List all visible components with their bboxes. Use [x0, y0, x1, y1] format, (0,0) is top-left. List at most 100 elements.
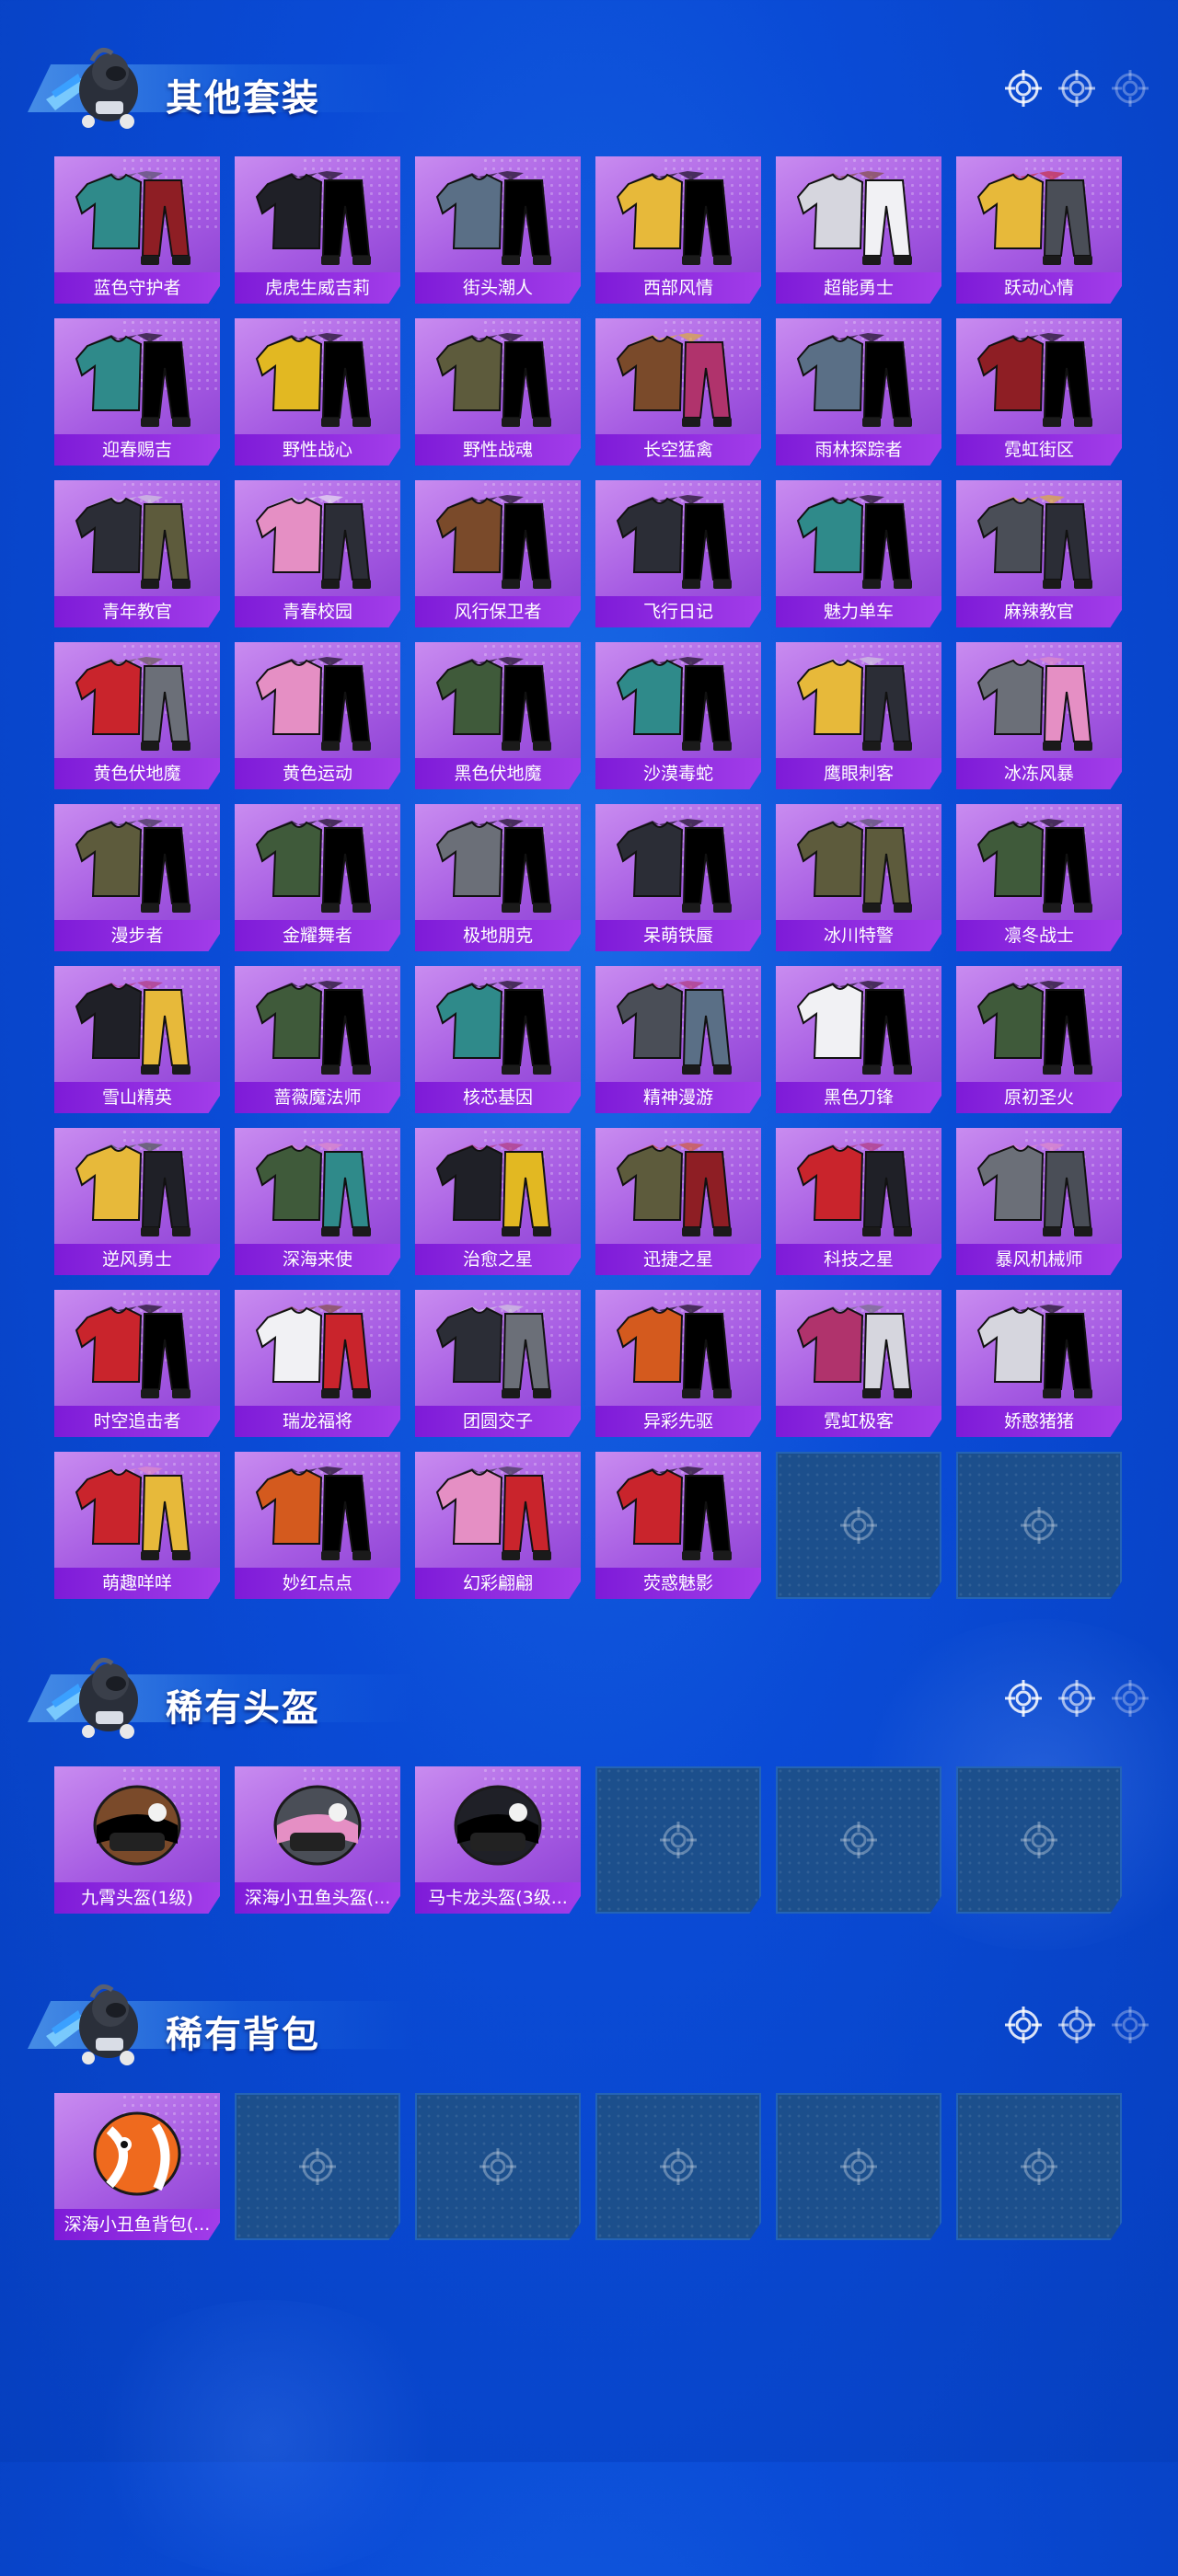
- item-tile[interactable]: 雪山精英: [54, 966, 220, 1113]
- item-tile[interactable]: 长空猛禽: [595, 318, 761, 466]
- item-tile[interactable]: 冰川特警: [776, 804, 941, 951]
- mascot-icon: [28, 1643, 156, 1744]
- mascot-icon: [28, 1970, 156, 2071]
- item-label: 冰川特警: [776, 920, 941, 951]
- phantom-icon: [595, 1452, 761, 1566]
- item-label: 黄色运动: [235, 758, 400, 789]
- green-parka-icon: [54, 966, 220, 1080]
- item-tile[interactable]: 核芯基因: [415, 966, 581, 1113]
- cute-costume-icon: [595, 804, 761, 918]
- item-tile[interactable]: 蓝色守护者: [54, 156, 220, 304]
- item-label: 瑞龙福将: [235, 1406, 400, 1437]
- desert-outfit-icon: [595, 642, 761, 756]
- item-label: 青春校园: [235, 596, 400, 627]
- item-tile[interactable]: 金耀舞者: [235, 804, 400, 951]
- item-tile[interactable]: 异彩先驱: [595, 1290, 761, 1437]
- item-tile[interactable]: 呆萌铁蜃: [595, 804, 761, 951]
- item-tile[interactable]: 暴风机械师: [956, 1128, 1122, 1275]
- colorful-icon: [595, 1290, 761, 1404]
- item-label: 西部风情: [595, 272, 761, 304]
- item-tile[interactable]: 霓虹街区: [956, 318, 1122, 466]
- item-label: 迎春赐吉: [54, 434, 220, 466]
- item-tile[interactable]: 沙漠毒蛇: [595, 642, 761, 789]
- item-tile[interactable]: 黄色伏地魔: [54, 642, 220, 789]
- item-label: 蔷薇魔法师: [235, 1082, 400, 1113]
- item-tile[interactable]: 霓虹极客: [776, 1290, 941, 1437]
- item-tile[interactable]: 跃动心情: [956, 156, 1122, 304]
- item-tile[interactable]: 麻辣教官: [956, 480, 1122, 627]
- crosshair-icon: [1003, 1678, 1044, 1719]
- item-tile[interactable]: 萌趣咩咩: [54, 1452, 220, 1599]
- item-tile[interactable]: 风行保卫者: [415, 480, 581, 627]
- empty-slot: [415, 2093, 581, 2240]
- item-label: 虎虎生威吉莉: [235, 272, 400, 304]
- item-label: 霓虹极客: [776, 1406, 941, 1437]
- helmet-1-icon: [54, 1766, 220, 1880]
- tank-top-grey-icon: [415, 318, 581, 432]
- item-tile[interactable]: 逆风勇士: [54, 1128, 220, 1275]
- item-tile[interactable]: 幻彩翩翩: [415, 1452, 581, 1599]
- red-dots-icon: [235, 1452, 400, 1566]
- item-tile[interactable]: 精神漫游: [595, 966, 761, 1113]
- item-tile[interactable]: 迅捷之星: [595, 1128, 761, 1275]
- item-grid: 九霄头盔(1级) 深海小丑鱼头盔(... 马卡龙头盔(3级...: [54, 1766, 1124, 1928]
- item-tile[interactable]: 深海来使: [235, 1128, 400, 1275]
- item-tile[interactable]: 冰冻风暴: [956, 642, 1122, 789]
- item-tile[interactable]: 马卡龙头盔(3级...: [415, 1766, 581, 1914]
- item-tile[interactable]: 妙红点点: [235, 1452, 400, 1599]
- item-tile[interactable]: 治愈之星: [415, 1128, 581, 1275]
- item-tile[interactable]: 时空追击者: [54, 1290, 220, 1437]
- item-tile[interactable]: 黄色运动: [235, 642, 400, 789]
- item-tile[interactable]: 凛冬战士: [956, 804, 1122, 951]
- item-tile[interactable]: 黑色刀锋: [776, 966, 941, 1113]
- item-tile[interactable]: 迎春赐吉: [54, 318, 220, 466]
- item-label: 荧惑魅影: [595, 1568, 761, 1599]
- item-tile[interactable]: 原初圣火: [956, 966, 1122, 1113]
- ice-storm-icon: [956, 642, 1122, 756]
- crosshair-icon: [1110, 68, 1150, 109]
- item-tile[interactable]: 鹰眼刺客: [776, 642, 941, 789]
- crosshair-icon: [838, 1820, 879, 1860]
- item-tile[interactable]: 极地朋克: [415, 804, 581, 951]
- armor-icon: [54, 1128, 220, 1242]
- crosshair-icon: [1057, 68, 1097, 109]
- item-tile[interactable]: 野性战魂: [415, 318, 581, 466]
- item-label: 麻辣教官: [956, 596, 1122, 627]
- item-tile[interactable]: 荧惑魅影: [595, 1452, 761, 1599]
- black-blade-icon: [776, 966, 941, 1080]
- item-label: 九霄头盔(1级): [54, 1882, 220, 1914]
- crosshair-icon: [1019, 1505, 1059, 1546]
- item-label: 金耀舞者: [235, 920, 400, 951]
- item-label: 科技之星: [776, 1244, 941, 1275]
- helmet-macaron-icon: [415, 1766, 581, 1880]
- crosshair-icon: [1110, 2005, 1150, 2045]
- item-tile[interactable]: 飞行日记: [595, 480, 761, 627]
- red-mech-icon: [54, 1290, 220, 1404]
- item-tile[interactable]: 黑色伏地魔: [415, 642, 581, 789]
- swift-star-icon: [595, 1128, 761, 1242]
- item-tile[interactable]: 团圆交子: [415, 1290, 581, 1437]
- item-tile[interactable]: 野性战心: [235, 318, 400, 466]
- item-tile[interactable]: 超能勇士: [776, 156, 941, 304]
- item-tile[interactable]: 街头潮人: [415, 156, 581, 304]
- item-tile[interactable]: 西部风情: [595, 156, 761, 304]
- section-title: 稀有头盔: [166, 1687, 320, 1730]
- pink-outfit-icon: [956, 318, 1122, 432]
- item-tile[interactable]: 虎虎生威吉莉: [235, 156, 400, 304]
- item-tile[interactable]: 科技之星: [776, 1128, 941, 1275]
- white-coat-icon: [956, 480, 1122, 594]
- item-tile[interactable]: 青春校园: [235, 480, 400, 627]
- item-tile[interactable]: 雨林探踪者: [776, 318, 941, 466]
- crosshair-icon: [1019, 2146, 1059, 2187]
- item-tile[interactable]: 深海小丑鱼背包(...: [54, 2093, 220, 2240]
- item-tile[interactable]: 深海小丑鱼头盔(...: [235, 1766, 400, 1914]
- item-tile[interactable]: 九霄头盔(1级): [54, 1766, 220, 1914]
- item-tile[interactable]: 蔷薇魔法师: [235, 966, 400, 1113]
- item-tile[interactable]: 娇憨猪猪: [956, 1290, 1122, 1437]
- cowboy-icon: [595, 156, 761, 270]
- item-label: 沙漠毒蛇: [595, 758, 761, 789]
- item-tile[interactable]: 青年教官: [54, 480, 220, 627]
- item-tile[interactable]: 魅力单车: [776, 480, 941, 627]
- item-tile[interactable]: 瑞龙福将: [235, 1290, 400, 1437]
- item-tile[interactable]: 漫步者: [54, 804, 220, 951]
